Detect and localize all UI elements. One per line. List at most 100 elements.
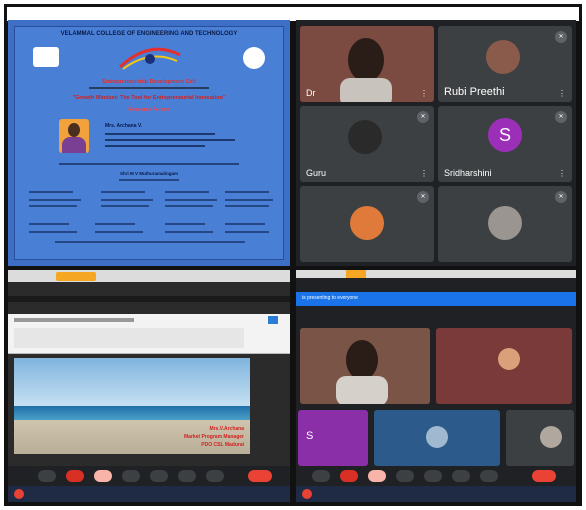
speaker-detail — [105, 139, 235, 141]
browser-tab-bar — [8, 270, 290, 282]
present-button[interactable] — [122, 470, 140, 482]
browser-tab[interactable] — [56, 272, 96, 281]
captions-button[interactable] — [368, 470, 386, 482]
flyer-text — [165, 231, 213, 233]
participant-avatar — [486, 40, 520, 74]
present-button[interactable] — [396, 470, 414, 482]
participant-video — [300, 328, 430, 404]
participant-avatar — [426, 426, 448, 448]
more-button[interactable] — [480, 470, 498, 482]
mic-button[interactable] — [38, 470, 56, 482]
participant-name: Guru — [306, 168, 327, 178]
reactions-button[interactable] — [452, 470, 470, 482]
video-tile[interactable] — [374, 410, 500, 466]
cell-title: Entrepreneurship Development Cell — [102, 79, 196, 85]
college-logo-icon — [33, 47, 59, 67]
video-tile[interactable]: ✕ — [438, 186, 572, 262]
presenting-banner: is presenting to everyone — [296, 292, 576, 306]
chrome-icon[interactable] — [302, 489, 312, 499]
participant-name: Dr — [306, 88, 316, 98]
flyer-text — [101, 199, 153, 201]
flyer-text — [29, 205, 77, 207]
participant-avatar — [350, 206, 384, 240]
college-name: VELAMMAL COLLEGE OF ENGINEERING AND TECH… — [60, 31, 238, 37]
flyer-footer — [55, 241, 245, 243]
program-subtitle — [15, 87, 283, 89]
slide-line: Market Program Manager — [183, 434, 244, 440]
participant-avatar — [348, 120, 382, 154]
flyer-text — [165, 199, 217, 201]
video-tile[interactable] — [436, 328, 572, 404]
flyer-text — [29, 199, 81, 201]
more-options-icon[interactable]: ⋮ — [558, 89, 566, 98]
flyer-text — [95, 231, 143, 233]
video-tile[interactable]: ✕ — [300, 186, 434, 262]
reactions-button[interactable] — [178, 470, 196, 482]
browser-tab[interactable] — [346, 270, 366, 278]
participant-name: Rubi Preethi — [444, 86, 505, 98]
welcome-detail — [119, 179, 179, 181]
mic-button[interactable] — [312, 470, 330, 482]
welcome-name: Shri M V Muthuramalingam — [119, 171, 178, 176]
captions-button[interactable] — [94, 470, 112, 482]
date-time-row — [15, 163, 283, 165]
slide-line: PDO CSL Madurai — [201, 442, 244, 448]
slide-editor-ribbon — [8, 314, 290, 354]
video-tile[interactable]: ✕ S Sridharshini ⋮ — [438, 106, 572, 182]
video-tile[interactable] — [506, 410, 574, 466]
camera-button[interactable] — [66, 470, 84, 482]
meet-presenting-panel: is presenting to everyone S — [296, 270, 576, 502]
coordinator-heading — [165, 191, 209, 193]
video-strip — [8, 296, 290, 302]
video-tile[interactable]: Dr ⋮ — [300, 26, 434, 102]
video-tile[interactable]: ✕ Rubi Preethi ⋮ — [438, 26, 572, 102]
camera-button[interactable] — [340, 470, 358, 482]
participant-initial: S — [306, 430, 314, 442]
program-topic: "Growth Mindset: The Tool for Entreprene… — [72, 95, 226, 101]
participant-avatar — [488, 206, 522, 240]
more-options-icon[interactable]: ⋮ — [420, 89, 428, 98]
end-call-button[interactable] — [248, 470, 272, 482]
ribbon-tools[interactable] — [14, 328, 244, 348]
presentation-panel: Mrs.V.Archana Market Program Manager PDO… — [8, 270, 290, 502]
speaker-detail — [105, 133, 215, 135]
meet-grid-panel: Dr ⋮ ✕ Rubi Preethi ⋮ ✕ Guru ⋮ ✕ S Sridh… — [296, 20, 576, 266]
video-tile[interactable] — [300, 328, 430, 404]
raise-hand-button[interactable] — [150, 470, 168, 482]
meeting-controls — [8, 466, 290, 486]
convener-heading — [101, 191, 145, 193]
more-options-icon[interactable]: ⋮ — [558, 169, 566, 178]
flyer-text — [225, 205, 269, 207]
share-button[interactable] — [268, 316, 278, 324]
organizer-heading — [225, 191, 269, 193]
flyer-text — [101, 205, 149, 207]
end-call-button[interactable] — [532, 470, 556, 482]
participant-name: Sridharshini — [444, 168, 492, 178]
flyer-text — [29, 223, 69, 225]
mic-off-icon: ✕ — [555, 31, 567, 43]
flyer-text — [95, 223, 135, 225]
more-button[interactable] — [206, 470, 224, 482]
event-flyer-panel: VELAMMAL COLLEGE OF ENGINEERING AND TECH… — [8, 20, 290, 266]
flyer-text — [29, 231, 77, 233]
mic-off-icon: ✕ — [555, 111, 567, 123]
chrome-icon[interactable] — [14, 489, 24, 499]
edc-logo-icon — [118, 47, 181, 70]
raise-hand-button[interactable] — [424, 470, 442, 482]
participant-avatar — [498, 348, 520, 370]
banner-text: is presenting to everyone — [302, 295, 358, 301]
speaker-name: Mrs. Archana V. — [105, 123, 143, 129]
flyer-text — [165, 205, 213, 207]
top-strip — [7, 7, 579, 21]
speaker-photo — [59, 119, 89, 153]
emblem-logo-icon — [243, 47, 265, 69]
participant-avatar — [540, 426, 562, 448]
video-tile[interactable]: S — [298, 410, 368, 466]
flyer: VELAMMAL COLLEGE OF ENGINEERING AND TECH… — [14, 26, 284, 260]
participant-video — [300, 26, 434, 102]
ribbon-tabs[interactable] — [14, 318, 134, 322]
video-tile[interactable]: ✕ Guru ⋮ — [300, 106, 434, 182]
beach-slide: Mrs.V.Archana Market Program Manager PDO… — [14, 358, 250, 454]
flyer-text — [165, 223, 205, 225]
more-options-icon[interactable]: ⋮ — [420, 169, 428, 178]
